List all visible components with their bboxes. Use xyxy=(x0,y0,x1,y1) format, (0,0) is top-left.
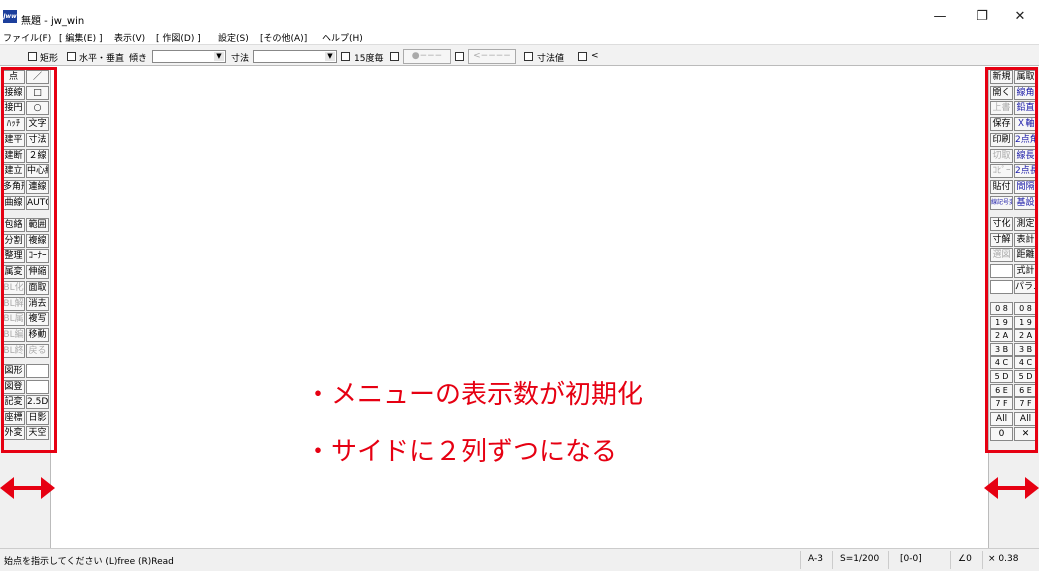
close-button[interactable]: ✕ xyxy=(1008,8,1032,26)
menu-help[interactable]: ヘルプ(H) xyxy=(322,31,363,44)
menu-view[interactable]: 表示(V) xyxy=(114,31,145,44)
arrow-mode-checkbox[interactable] xyxy=(455,52,464,61)
drawing-canvas[interactable] xyxy=(52,67,988,548)
status-divider xyxy=(832,551,833,569)
zoom-display[interactable]: × 0.38 xyxy=(988,554,1018,564)
menu-bar: ファイル(F) [ 編集(E) ] 表示(V) [ 作図(D) ] 設定(S) … xyxy=(0,30,1039,44)
app-icon: Jww xyxy=(3,10,17,23)
window-title: 無題 - jw_win xyxy=(21,16,85,27)
menu-settings[interactable]: 設定(S) xyxy=(218,31,249,44)
extra-label: < xyxy=(591,51,599,61)
deg15-checkbox[interactable] xyxy=(341,52,350,61)
paper-size[interactable]: A-3 xyxy=(808,554,823,564)
extra-checkbox[interactable] xyxy=(578,52,587,61)
rect-label: 矩形 xyxy=(40,54,59,64)
arrow-line-button[interactable]: <−−−− xyxy=(468,49,516,64)
menu-file[interactable]: ファイル(F) xyxy=(3,31,51,44)
status-divider xyxy=(950,551,951,569)
status-message: 始点を指示してください (L)free (R)Read xyxy=(4,557,174,567)
control-toolbar: 矩形 水平・垂直 傾き ▼ 寸法 ▼ 15度毎 ●−−− <−−−− 寸法値 < xyxy=(0,44,1039,66)
status-divider xyxy=(800,551,801,569)
left-double-arrow-icon xyxy=(0,477,55,499)
right-double-arrow-icon xyxy=(984,477,1039,499)
chevron-down-icon: ▼ xyxy=(325,52,335,61)
annotation-two-columns: ・サイドに２列ずつになる xyxy=(305,437,618,467)
rect-checkbox[interactable] xyxy=(28,52,37,61)
menu-other[interactable]: [その他(A)] xyxy=(260,31,307,44)
status-divider xyxy=(888,551,889,569)
point-mode-checkbox[interactable] xyxy=(390,52,399,61)
annotation-menu-reset: ・メニューの表示数が初期化 xyxy=(305,380,644,410)
dimension-value-label: 寸法値 xyxy=(537,54,565,64)
horizontal-vertical-checkbox[interactable] xyxy=(67,52,76,61)
status-divider xyxy=(982,551,983,569)
deg15-label: 15度毎 xyxy=(354,54,384,64)
dimension-label: 寸法 xyxy=(231,54,250,64)
dimension-value-checkbox[interactable] xyxy=(524,52,533,61)
menu-draw[interactable]: [ 作図(D) ] xyxy=(156,31,201,44)
left-palette-highlight xyxy=(1,67,57,453)
layer-display[interactable]: [0-0] xyxy=(900,554,922,564)
right-palette-highlight xyxy=(985,67,1038,453)
horizontal-vertical-label: 水平・垂直 xyxy=(79,54,125,64)
tilt-select[interactable]: ▼ xyxy=(152,50,226,63)
status-bar: 始点を指示してください (L)free (R)Read A-3 S=1/200 … xyxy=(0,548,1039,571)
title-bar: Jww 無題 - jw_win — ❐ ✕ xyxy=(0,0,1039,30)
tilt-label: 傾き xyxy=(129,54,148,64)
chevron-down-icon: ▼ xyxy=(214,52,224,61)
maximize-button[interactable]: ❐ xyxy=(970,8,994,26)
minimize-button[interactable]: — xyxy=(928,8,952,26)
angle-display[interactable]: ∠0 xyxy=(958,554,972,564)
point-line-button[interactable]: ●−−− xyxy=(403,49,451,64)
scale-display[interactable]: S=1/200 xyxy=(840,554,879,564)
dimension-select[interactable]: ▼ xyxy=(253,50,337,63)
menu-edit[interactable]: [ 編集(E) ] xyxy=(59,31,102,44)
